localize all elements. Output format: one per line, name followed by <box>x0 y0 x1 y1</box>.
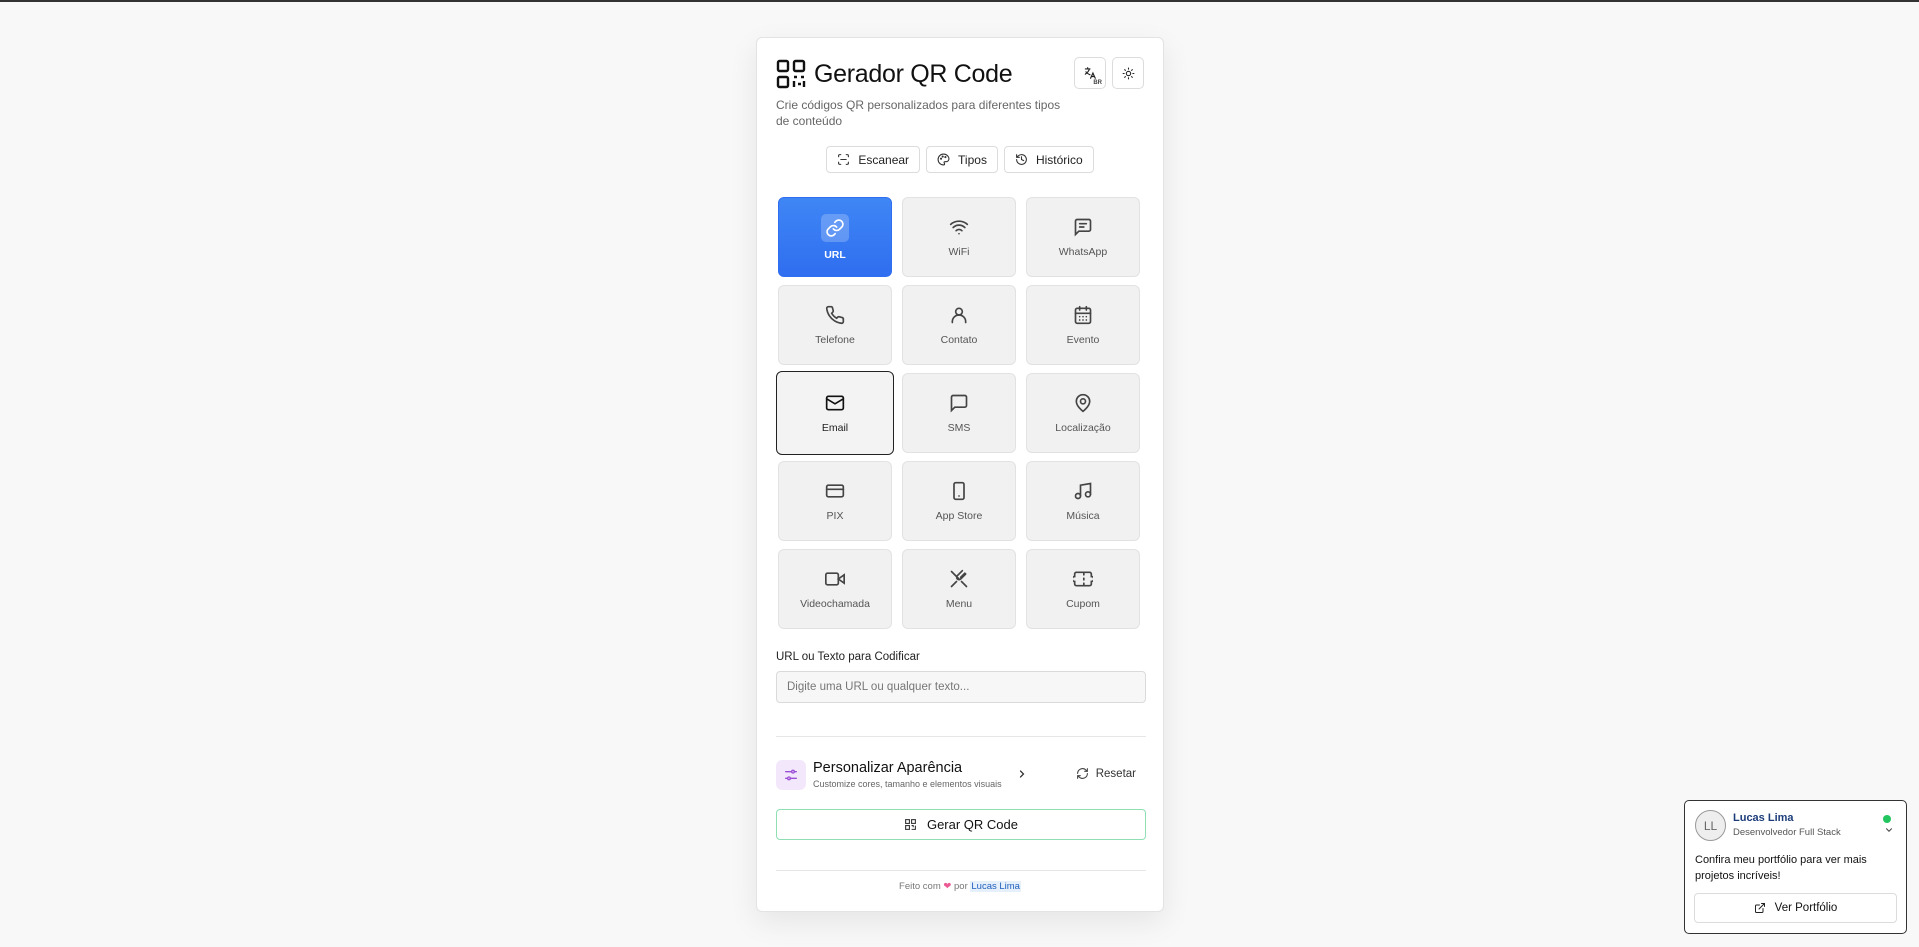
divider <box>776 870 1146 871</box>
qr-type-grid: URL WiFi WhatsApp Telefone Contato Event… <box>776 197 1140 629</box>
footer: Feito com ❤ por Lucas Lima <box>757 881 1163 892</box>
input-label: URL ou Texto para Codificar <box>776 651 920 663</box>
portfolio-label: Ver Portfólio <box>1774 902 1838 914</box>
type-label: PIX <box>826 509 844 522</box>
type-wifi[interactable]: WiFi <box>902 197 1016 277</box>
type-pix[interactable]: PIX <box>778 461 892 541</box>
customize-title: Personalizar Aparência <box>813 760 963 776</box>
type-sms[interactable]: SMS <box>902 373 1016 453</box>
language-button[interactable]: BR <box>1074 57 1106 89</box>
view-portfolio-button[interactable]: Ver Portfólio <box>1694 893 1897 923</box>
user-icon <box>949 305 969 325</box>
palette-icon <box>937 153 950 166</box>
type-app-store[interactable]: App Store <box>902 461 1016 541</box>
type-label: Telefone <box>815 333 855 346</box>
tab-label: Tipos <box>958 152 987 167</box>
type-videochamada[interactable]: Videochamada <box>778 549 892 629</box>
type-whatsapp[interactable]: WhatsApp <box>1026 197 1140 277</box>
type-url[interactable]: URL <box>778 197 892 277</box>
reset-label: Resetar <box>1095 767 1136 780</box>
tab-historico[interactable]: Histórico <box>1003 146 1094 173</box>
credit-card-icon <box>825 481 845 501</box>
calendar-icon <box>1073 305 1093 325</box>
type-label: App Store <box>935 509 983 522</box>
online-status-dot <box>1883 815 1891 823</box>
type-contato[interactable]: Contato <box>902 285 1016 365</box>
chevron-right-icon[interactable] <box>1016 768 1028 780</box>
external-link-icon <box>1754 902 1766 914</box>
phone-icon <box>825 305 845 325</box>
customize-subtitle: Customize cores, tamanho e elementos vis… <box>813 779 1002 789</box>
utensils-icon <box>949 569 969 589</box>
profile-card: LL Lucas Lima Desenvolvedor Full Stack C… <box>1684 800 1907 934</box>
generate-qr-button[interactable]: Gerar QR Code <box>776 809 1146 840</box>
wifi-icon <box>949 217 969 237</box>
sliders-icon <box>776 760 806 790</box>
music-icon <box>1073 481 1093 501</box>
type-label: WhatsApp <box>1058 245 1108 258</box>
ticket-icon <box>1073 569 1093 589</box>
type-menu[interactable]: Menu <box>902 549 1016 629</box>
divider <box>776 736 1146 737</box>
window-top-border <box>0 0 1919 2</box>
sun-icon <box>1122 67 1135 80</box>
map-pin-icon <box>1073 393 1093 413</box>
translate-icon <box>1083 66 1097 80</box>
tab-escanear[interactable]: Escanear <box>826 146 921 173</box>
heart-icon: ❤ <box>943 881 952 892</box>
url-text-input[interactable] <box>776 671 1146 703</box>
footer-author-link[interactable]: Lucas Lima <box>970 881 1021 892</box>
type-label: Evento <box>1066 333 1100 346</box>
type-cupom[interactable]: Cupom <box>1026 549 1140 629</box>
header: Gerador QR Code BR Crie códigos QR perso… <box>776 57 1144 129</box>
language-badge: BR <box>1093 80 1102 86</box>
qr-code-icon <box>904 818 917 831</box>
type-label: Contato <box>940 333 978 346</box>
page-title: Gerador QR Code <box>814 59 1013 88</box>
tab-label: Escanear <box>858 152 910 167</box>
profile-role: Desenvolvedor Full Stack <box>1733 827 1841 838</box>
message-square-icon <box>1073 217 1093 237</box>
mail-icon <box>825 393 845 413</box>
type-email[interactable]: Email <box>776 371 894 455</box>
type-label: Música <box>1066 509 1100 522</box>
type-label: Email <box>821 421 849 434</box>
type-label: Menu <box>945 597 973 610</box>
tab-label: Histórico <box>1035 152 1083 167</box>
type-label: URL <box>824 248 846 261</box>
type-telefone[interactable]: Telefone <box>778 285 892 365</box>
history-icon <box>1015 153 1028 166</box>
qr-code-logo-icon <box>776 59 806 89</box>
link-icon <box>825 218 845 238</box>
type-musica[interactable]: Música <box>1026 461 1140 541</box>
smartphone-icon <box>949 481 969 501</box>
message-circle-icon <box>949 393 969 413</box>
avatar: LL <box>1695 810 1726 841</box>
profile-name: Lucas Lima <box>1733 812 1794 824</box>
type-label: Localização <box>1055 421 1111 434</box>
type-localizacao[interactable]: Localização <box>1026 373 1140 453</box>
footer-prefix: Feito com <box>899 881 941 892</box>
scan-icon <box>837 153 850 166</box>
type-label: Videochamada <box>800 597 870 610</box>
type-label: SMS <box>947 421 971 434</box>
customize-appearance-section[interactable]: Personalizar Aparência Customize cores, … <box>776 758 1146 792</box>
qr-generator-card: Gerador QR Code BR Crie códigos QR perso… <box>756 37 1164 912</box>
refresh-icon <box>1076 767 1089 780</box>
video-icon <box>825 569 845 589</box>
type-label: Cupom <box>1066 597 1100 610</box>
type-evento[interactable]: Evento <box>1026 285 1140 365</box>
generate-label: Gerar QR Code <box>926 817 1019 832</box>
reset-button[interactable]: Resetar <box>1076 767 1136 780</box>
theme-toggle-button[interactable] <box>1112 57 1144 89</box>
type-label: WiFi <box>948 245 970 258</box>
top-tabs: Escanear Tipos Histórico <box>757 146 1163 173</box>
chevron-down-icon[interactable] <box>1884 825 1894 835</box>
page-subtitle: Crie códigos QR personalizados para dife… <box>776 98 1061 128</box>
profile-message: Confira meu portfólio para ver mais proj… <box>1695 854 1867 882</box>
footer-by: por <box>954 881 968 892</box>
tab-tipos[interactable]: Tipos <box>926 146 998 173</box>
